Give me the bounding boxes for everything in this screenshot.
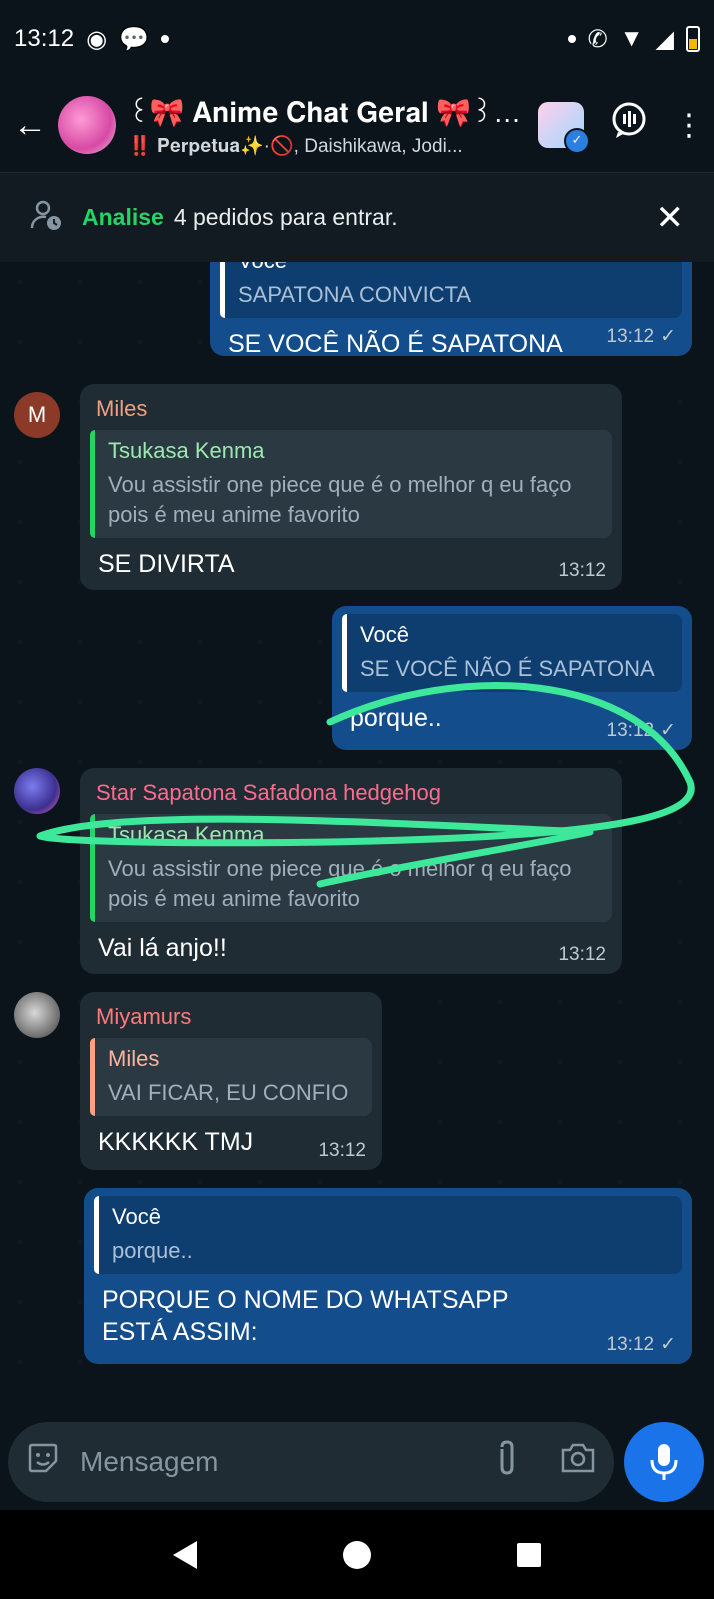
chat-notification-icon: 💬 — [119, 25, 149, 53]
message-text: PORQUE O NOME DO WHATSAPP ESTÁ ASSIM: — [102, 1286, 509, 1346]
message-bubble-outgoing[interactable]: Você SAPATONA CONVICTA SE VOCÊ NÃO É SAP… — [210, 262, 692, 358]
message-time: 13:12 — [606, 1333, 655, 1355]
status-left: 13:12 ◉ 💬 — [14, 25, 169, 54]
message-time: 13:12 — [606, 719, 655, 741]
message-meta: 13:12 — [558, 944, 606, 966]
attachment-icon[interactable] — [494, 1439, 520, 1485]
avatar-letter: M — [27, 402, 47, 427]
quoted-message[interactable]: Você SAPATONA CONVICTA — [220, 262, 682, 318]
verified-check-icon: ✓ — [564, 128, 590, 154]
camera-icon[interactable] — [560, 1442, 596, 1482]
more-options-icon[interactable]: ⋮ — [674, 108, 704, 143]
quoted-sender: Tsukasa Kenma — [108, 438, 265, 463]
chat-header: ← ꒰🎀 𝐀𝐧𝐢𝐦𝐞 𝐂𝐡𝐚𝐭 𝐆𝐞𝐫𝐚𝐥 🎀꒱ ✧ Chat Ge... ‼️… — [0, 78, 714, 172]
nav-recents-icon[interactable] — [517, 1542, 541, 1567]
avatar[interactable]: M — [14, 392, 60, 438]
chat-messages-area[interactable]: Você SAPATONA CONVICTA SE VOCÊ NÃO É SAP… — [0, 262, 714, 1402]
sticker-icon[interactable] — [26, 1441, 60, 1483]
quoted-text: porque.. — [112, 1238, 193, 1263]
message-input-box[interactable] — [8, 1422, 614, 1502]
quoted-sender: Miles — [108, 1046, 160, 1071]
system-nav-bar — [0, 1510, 714, 1599]
sender-name[interactable]: Star Sapatona Safadona hedgehog — [96, 780, 606, 806]
group-avatar[interactable] — [58, 96, 116, 154]
quoted-text: VAI FICAR, EU CONFIO — [108, 1080, 349, 1105]
voice-chat-icon[interactable] — [610, 102, 648, 148]
message-input[interactable] — [78, 1445, 494, 1479]
sent-check-icon: ✓ — [660, 720, 676, 741]
review-link[interactable]: Analise — [82, 204, 164, 231]
status-dot-icon — [567, 35, 576, 43]
message-bubble-incoming[interactable]: Miles Tsukasa Kenma Vou assistir one pie… — [80, 384, 622, 590]
wifi-calling-icon: ✆ — [587, 25, 608, 53]
message-text: SE DIVIRTA — [98, 550, 235, 578]
community-icon[interactable]: ✓ — [538, 102, 590, 154]
status-bar: 13:12 ◉ 💬 ✆ ▼ ◢ — [0, 0, 714, 78]
quoted-text: Vou assistir one piece que é o melhor q … — [108, 472, 572, 527]
avatar[interactable] — [14, 992, 60, 1038]
message-time: 13:12 — [318, 1140, 366, 1161]
message-bubble-incoming[interactable]: Miyamurs Miles VAI FICAR, EU CONFIO KKKK… — [80, 992, 382, 1170]
quoted-sender: Tsukasa Kenma — [108, 822, 265, 847]
message-time: 13:12 — [606, 325, 655, 347]
nav-back-icon[interactable] — [173, 1540, 197, 1569]
message-bubble-outgoing[interactable]: Você SE VOCÊ NÃO É SAPATONA porque.. 13:… — [332, 606, 692, 750]
message-bubble-outgoing[interactable]: Você porque.. PORQUE O NOME DO WHATSAPP … — [84, 1188, 692, 1364]
message-text: Vai lá anjo!! — [98, 934, 227, 962]
quoted-sender: Você — [360, 622, 409, 647]
signal-icon: ◢ — [655, 25, 674, 53]
group-info[interactable]: ꒰🎀 𝐀𝐧𝐢𝐦𝐞 𝐂𝐡𝐚𝐭 𝐆𝐞𝐫𝐚𝐥 🎀꒱ ✧ Chat Ge... ‼️ 𝐏… — [128, 92, 526, 158]
avatar[interactable] — [14, 768, 60, 814]
back-arrow-icon[interactable]: ← — [10, 106, 50, 145]
quoted-message[interactable]: Miles VAI FICAR, EU CONFIO — [90, 1038, 372, 1116]
quoted-text: SAPATONA CONVICTA — [238, 282, 472, 307]
message-meta: 13:12 ✓ — [607, 719, 676, 742]
quoted-sender: Você — [238, 262, 668, 274]
microphone-icon[interactable] — [624, 1422, 704, 1502]
message-time: 13:12 — [558, 944, 606, 965]
status-right: ✆ ▼ ◢ — [567, 25, 700, 54]
sent-check-icon: ✓ — [660, 1334, 676, 1355]
message-input-row — [0, 1410, 714, 1510]
wifi-icon: ▼ — [619, 25, 644, 52]
pending-user-icon — [30, 198, 64, 238]
message-meta: 13:12 — [318, 1140, 366, 1162]
group-members: ‼️ 𝐏𝐞𝐫𝐩𝐞𝐭𝐮𝐚✨·🚫, Daishikawa, Jodi... — [128, 136, 463, 157]
join-requests-bar[interactable]: Analise 4 pedidos para entrar. ✕ — [0, 172, 714, 262]
sent-check-icon: ✓ — [660, 326, 676, 347]
requests-text: 4 pedidos para entrar. — [173, 204, 398, 230]
quoted-message[interactable]: Você porque.. — [94, 1196, 682, 1274]
notification-dot-icon — [160, 35, 169, 43]
message-time: 13:12 — [558, 560, 606, 581]
quoted-text: SE VOCÊ NÃO É SAPATONA — [360, 656, 655, 681]
nav-home-icon[interactable] — [343, 1540, 371, 1569]
message-meta: 13:12 — [558, 560, 606, 582]
status-time: 13:12 — [14, 25, 75, 52]
sender-name[interactable]: Miles — [96, 396, 606, 422]
quoted-sender: Você — [112, 1204, 161, 1229]
close-icon[interactable]: ✕ — [656, 198, 685, 238]
quoted-message[interactable]: Tsukasa Kenma Vou assistir one piece que… — [90, 430, 612, 538]
group-title: ꒰🎀 𝐀𝐧𝐢𝐦𝐞 𝐂𝐡𝐚𝐭 𝐆𝐞𝐫𝐚𝐥 🎀꒱ ✧ Chat Ge... — [128, 97, 526, 128]
message-meta: 13:12 ✓ — [607, 1333, 676, 1356]
battery-icon — [686, 26, 700, 52]
whatsapp-icon: ◉ — [86, 25, 108, 53]
quoted-message[interactable]: Tsukasa Kenma Vou assistir one piece que… — [90, 814, 612, 922]
header-actions: ✓ ⋮ — [538, 102, 704, 154]
quoted-text: Vou assistir one piece que é o melhor q … — [108, 856, 572, 911]
sender-name[interactable]: Miyamurs — [96, 1004, 366, 1030]
quoted-message[interactable]: Você SE VOCÊ NÃO É SAPATONA — [342, 614, 682, 692]
message-bubble-incoming[interactable]: Star Sapatona Safadona hedgehog Tsukasa … — [80, 768, 622, 974]
message-meta: 13:12 ✓ — [607, 325, 676, 348]
